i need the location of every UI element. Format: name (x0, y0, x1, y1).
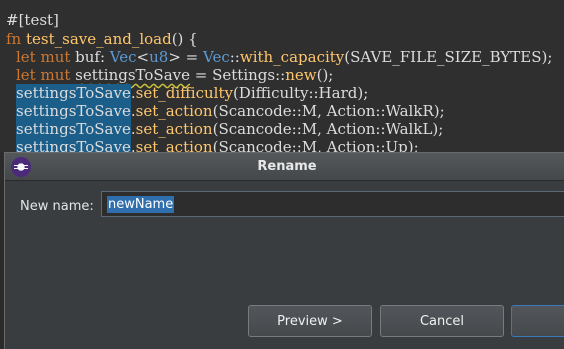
code-line: settingsToSave.set_action(Scancode::M, A… (16, 120, 443, 138)
new-name-input[interactable]: newName (101, 191, 564, 217)
type-name: u8 (149, 48, 169, 66)
ok-button[interactable] (511, 305, 564, 337)
code-text: = Settings:: (190, 66, 286, 84)
variable-occurrence[interactable]: settingsToSave (75, 66, 190, 84)
code-line: let mut buf: Vec<u8> = Vec::with_capacit… (16, 48, 552, 66)
code-text: () { (171, 30, 198, 48)
keyword: fn (6, 30, 22, 48)
cancel-button[interactable]: Cancel (380, 305, 504, 337)
code-line: settingsToSave.set_action(Scancode::M, A… (16, 102, 445, 120)
preview-button[interactable]: Preview > (248, 305, 372, 337)
variable-occurrence[interactable]: settingsToSave (16, 102, 131, 120)
code-line: fn test_save_and_load() { (6, 30, 198, 48)
type-name: Vec (203, 48, 230, 66)
code-line: settingsToSave.set_difficulty(Difficulty… (16, 84, 368, 102)
code-text: (Scancode::M, Action::Up); (212, 138, 419, 152)
code-line: settingsToSave.set_action(Scancode::M, A… (16, 138, 419, 152)
code-text: (SAVE_FILE_SIZE_BYTES); (344, 48, 553, 66)
keyword: let mut (16, 48, 71, 66)
function-call: set_action (135, 138, 213, 152)
new-name-label: New name: (20, 199, 94, 214)
code-line: let mut settingsToSave = Settings::new()… (16, 66, 333, 84)
attribute-text: #[test] (6, 11, 59, 29)
rename-dialog: Rename New name: newName Preview > Cance… (4, 152, 564, 349)
code-text: (Scancode::M, Action::WalkL); (212, 120, 444, 138)
code-text: (Scancode::M, Action::WalkR); (212, 102, 445, 120)
dialog-titlebar[interactable]: Rename (5, 153, 564, 181)
dialog-title: Rename (257, 159, 317, 174)
code-text: (); (316, 66, 334, 84)
keyword: let mut (16, 66, 71, 84)
variable-occurrence[interactable]: settingsToSave (16, 84, 131, 102)
new-name-selected-text: newName (107, 196, 175, 213)
code-text: (Difficulty::Hard); (232, 84, 369, 102)
variable-occurrence[interactable]: settingsToSave (16, 138, 131, 152)
code-line: #[test] (6, 11, 59, 29)
code-text: :: (229, 48, 240, 66)
code-text: buf: (70, 48, 110, 66)
function-call: set_difficulty (135, 84, 233, 102)
code-text: > = (168, 48, 204, 66)
function-call: set_action (135, 120, 213, 138)
variable-occurrence[interactable]: settingsToSave (16, 120, 131, 138)
function-call: with_capacity (239, 48, 345, 66)
code-text: < (136, 48, 150, 66)
function-call: set_action (135, 102, 213, 120)
function-call: new (285, 66, 317, 84)
type-name: Vec (109, 48, 137, 66)
code-editor[interactable]: #[test] fn test_save_and_load() { let mu… (0, 0, 564, 152)
function-name: test_save_and_load (26, 30, 172, 48)
